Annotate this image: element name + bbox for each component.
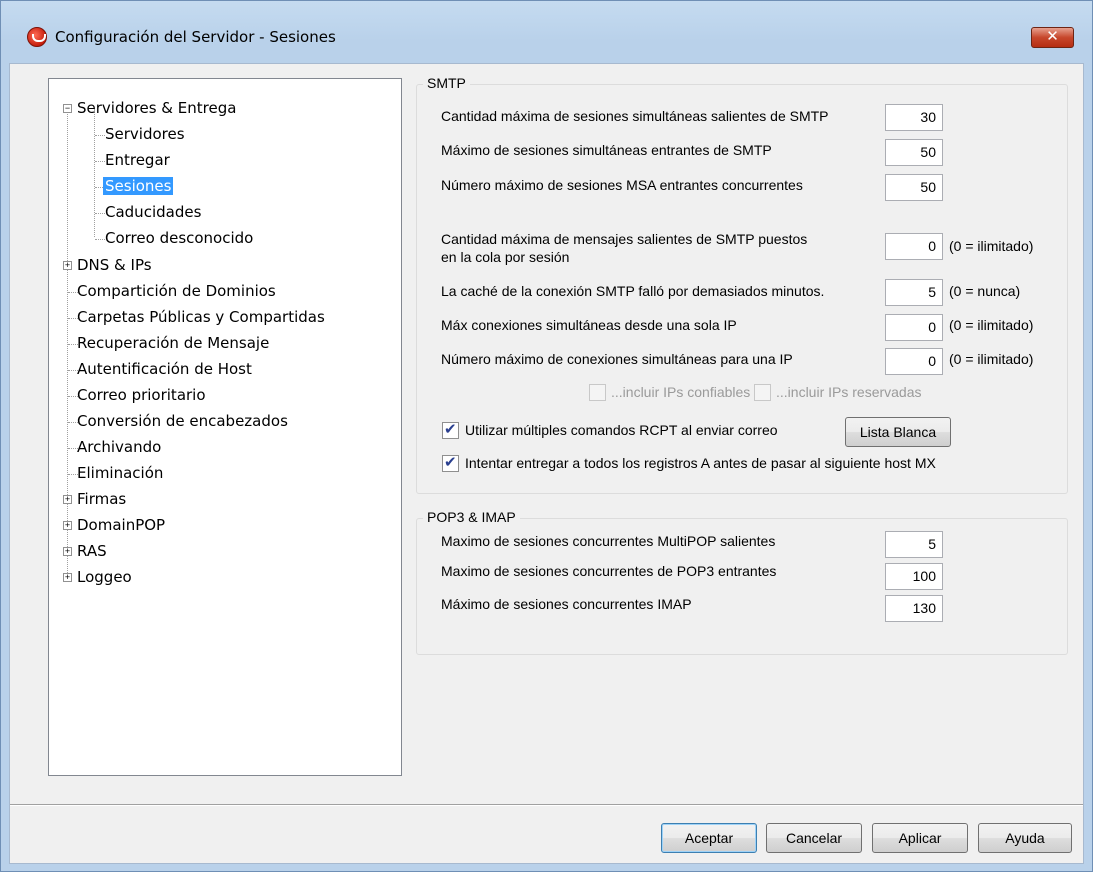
max-inbound-input[interactable]: 50 [885,139,943,166]
tree-item-servidores-entrega[interactable]: Servidores & Entrega [75,98,238,118]
try-all-a-label[interactable]: Intentar entregar a todos los registros … [465,455,936,471]
tree-item-label: DomainPOP [77,516,166,534]
tree-item-recuperacion-mensaje[interactable]: Recuperación de Mensaje [75,333,271,353]
smtp-group-title: SMTP [423,75,470,91]
max-per-ip-note: (0 = ilimitado) [949,351,1034,367]
tree-item-label: Carpetas Públicas y Compartidas [77,308,325,326]
tree-item-correo-prioritario[interactable]: Correo prioritario [75,385,208,405]
multiple-rcpt-label[interactable]: Utilizar múltiples comandos RCPT al envi… [465,422,778,438]
tree-item-conversion-encabezados[interactable]: Conversión de encabezados [75,411,290,431]
footer-separator [10,804,1083,806]
ok-button[interactable]: Aceptar [661,823,757,853]
cache-input[interactable]: 5 [885,279,943,306]
tree-item-label: Eliminación [77,464,164,482]
close-button[interactable]: ✕ [1031,27,1074,48]
tree-item-label: Correo prioritario [77,386,206,404]
tree-item-caducidades[interactable]: Caducidades [103,202,203,222]
max-inbound-label: Máximo de sesiones simultáneas entrantes… [441,142,772,158]
tree-item-servidores[interactable]: Servidores [103,124,187,144]
tree-item-dns-ips[interactable]: DNS & IPs [75,255,154,275]
tree-item-autentificacion-host[interactable]: Autentificación de Host [75,359,254,379]
whitelist-button[interactable]: Lista Blanca [845,417,951,447]
imap-input[interactable]: 130 [885,595,943,622]
tree-item-label: Caducidades [105,203,202,221]
multipop-input[interactable]: 5 [885,531,943,558]
tree-item-label: Conversión de encabezados [77,412,288,430]
tree-line [67,109,68,577]
tree-item-label: Correo desconocido [105,229,254,247]
tree-item-label: RAS [77,542,107,560]
navigation-tree[interactable]: − Servidores & Entrega Servidores Entreg… [48,78,402,776]
tree-item-label: Firmas [77,490,127,508]
tree-item-label: Recuperación de Mensaje [77,334,270,352]
tree-item-label: Sesiones [103,177,174,195]
max-msgs-label-line2: en la cola por sesión [441,249,570,265]
pop3-imap-group: POP3 & IMAP Maximo de sesiones concurren… [416,509,1068,655]
multipop-label: Maximo de sesiones concurrentes MultiPOP… [441,533,776,549]
include-trusted-checkbox [589,384,606,401]
max-outbound-input[interactable]: 30 [885,104,943,131]
tree-item-sesiones[interactable]: Sesiones [103,176,174,196]
tree-item-label: Compartición de Dominios [77,282,276,300]
tree-line [94,109,95,237]
window-title: Configuración del Servidor - Sesiones [55,28,336,46]
include-reserved-checkbox [754,384,771,401]
tree-item-eliminacion[interactable]: Eliminación [75,463,165,483]
tree-item-firmas[interactable]: Firmas [75,489,128,509]
tree-item-entregar[interactable]: Entregar [103,150,172,170]
app-logo-icon [27,27,47,47]
max-single-ip-label: Máx conexiones simultáneas desde una sol… [441,317,737,333]
tree-item-loggeo[interactable]: Loggeo [75,567,134,587]
tree-item-archivando[interactable]: Archivando [75,437,163,457]
tree-item-label: DNS & IPs [77,256,152,274]
max-msa-label: Número máximo de sesiones MSA entrantes … [441,177,803,193]
tree-item-label: Autentificación de Host [77,360,252,378]
try-all-a-checkbox[interactable] [442,453,459,472]
pop3-inbound-label: Maximo de sesiones concurrentes de POP3 … [441,563,777,579]
tree-item-label: Entregar [105,151,170,169]
expand-icon[interactable]: + [63,261,72,270]
tree-item-label: Servidores & Entrega [77,99,237,117]
help-button[interactable]: Ayuda [978,823,1072,853]
max-per-ip-label: Número máximo de conexiones simultáneas … [441,351,793,367]
pop3-imap-group-title: POP3 & IMAP [423,509,520,525]
max-msgs-label-line1: Cantidad máxima de mensajes salientes de… [441,231,808,247]
tree-item-domainpop[interactable]: DomainPOP [75,515,167,535]
max-msgs-note: (0 = ilimitado) [949,238,1034,254]
tree-item-ras[interactable]: RAS [75,541,109,561]
pop3-inbound-input[interactable]: 100 [885,563,943,590]
multiple-rcpt-checkbox[interactable] [442,420,459,439]
cache-label: La caché de la conexión SMTP falló por d… [441,283,825,299]
collapse-icon[interactable]: − [63,104,72,113]
cancel-button[interactable]: Cancelar [766,823,862,853]
title-bar: Configuración del Servidor - Sesiones ✕ [1,1,1092,71]
max-msgs-input[interactable]: 0 [885,233,943,260]
tree-item-label: Loggeo [77,568,132,586]
imap-label: Máximo de sesiones concurrentes IMAP [441,596,692,612]
include-trusted-label: ...incluir IPs confiables [611,384,751,400]
expand-icon[interactable]: + [63,573,72,582]
dialog-window: Configuración del Servidor - Sesiones ✕ … [0,0,1093,872]
expand-icon[interactable]: + [63,495,72,504]
tree-item-comparticion-dominios[interactable]: Compartición de Dominios [75,281,278,301]
max-single-ip-note: (0 = ilimitado) [949,317,1034,333]
max-msa-input[interactable]: 50 [885,174,943,201]
include-reserved-label: ...incluir IPs reservadas [776,384,922,400]
tree-item-label: Archivando [77,438,162,456]
smtp-group: SMTP Cantidad máxima de sesiones simultá… [416,75,1068,494]
tree-item-correo-desconocido[interactable]: Correo desconocido [103,228,255,248]
expand-icon[interactable]: + [63,521,72,530]
tree-item-label: Servidores [105,125,185,143]
cache-note: (0 = nunca) [949,283,1021,299]
tree-item-carpetas-publicas[interactable]: Carpetas Públicas y Compartidas [75,307,327,327]
dialog-client-area: − Servidores & Entrega Servidores Entreg… [9,63,1084,864]
apply-button[interactable]: Aplicar [872,823,968,853]
expand-icon[interactable]: + [63,547,72,556]
max-single-ip-input[interactable]: 0 [885,314,943,341]
max-per-ip-input[interactable]: 0 [885,348,943,375]
max-outbound-label: Cantidad máxima de sesiones simultáneas … [441,108,829,124]
